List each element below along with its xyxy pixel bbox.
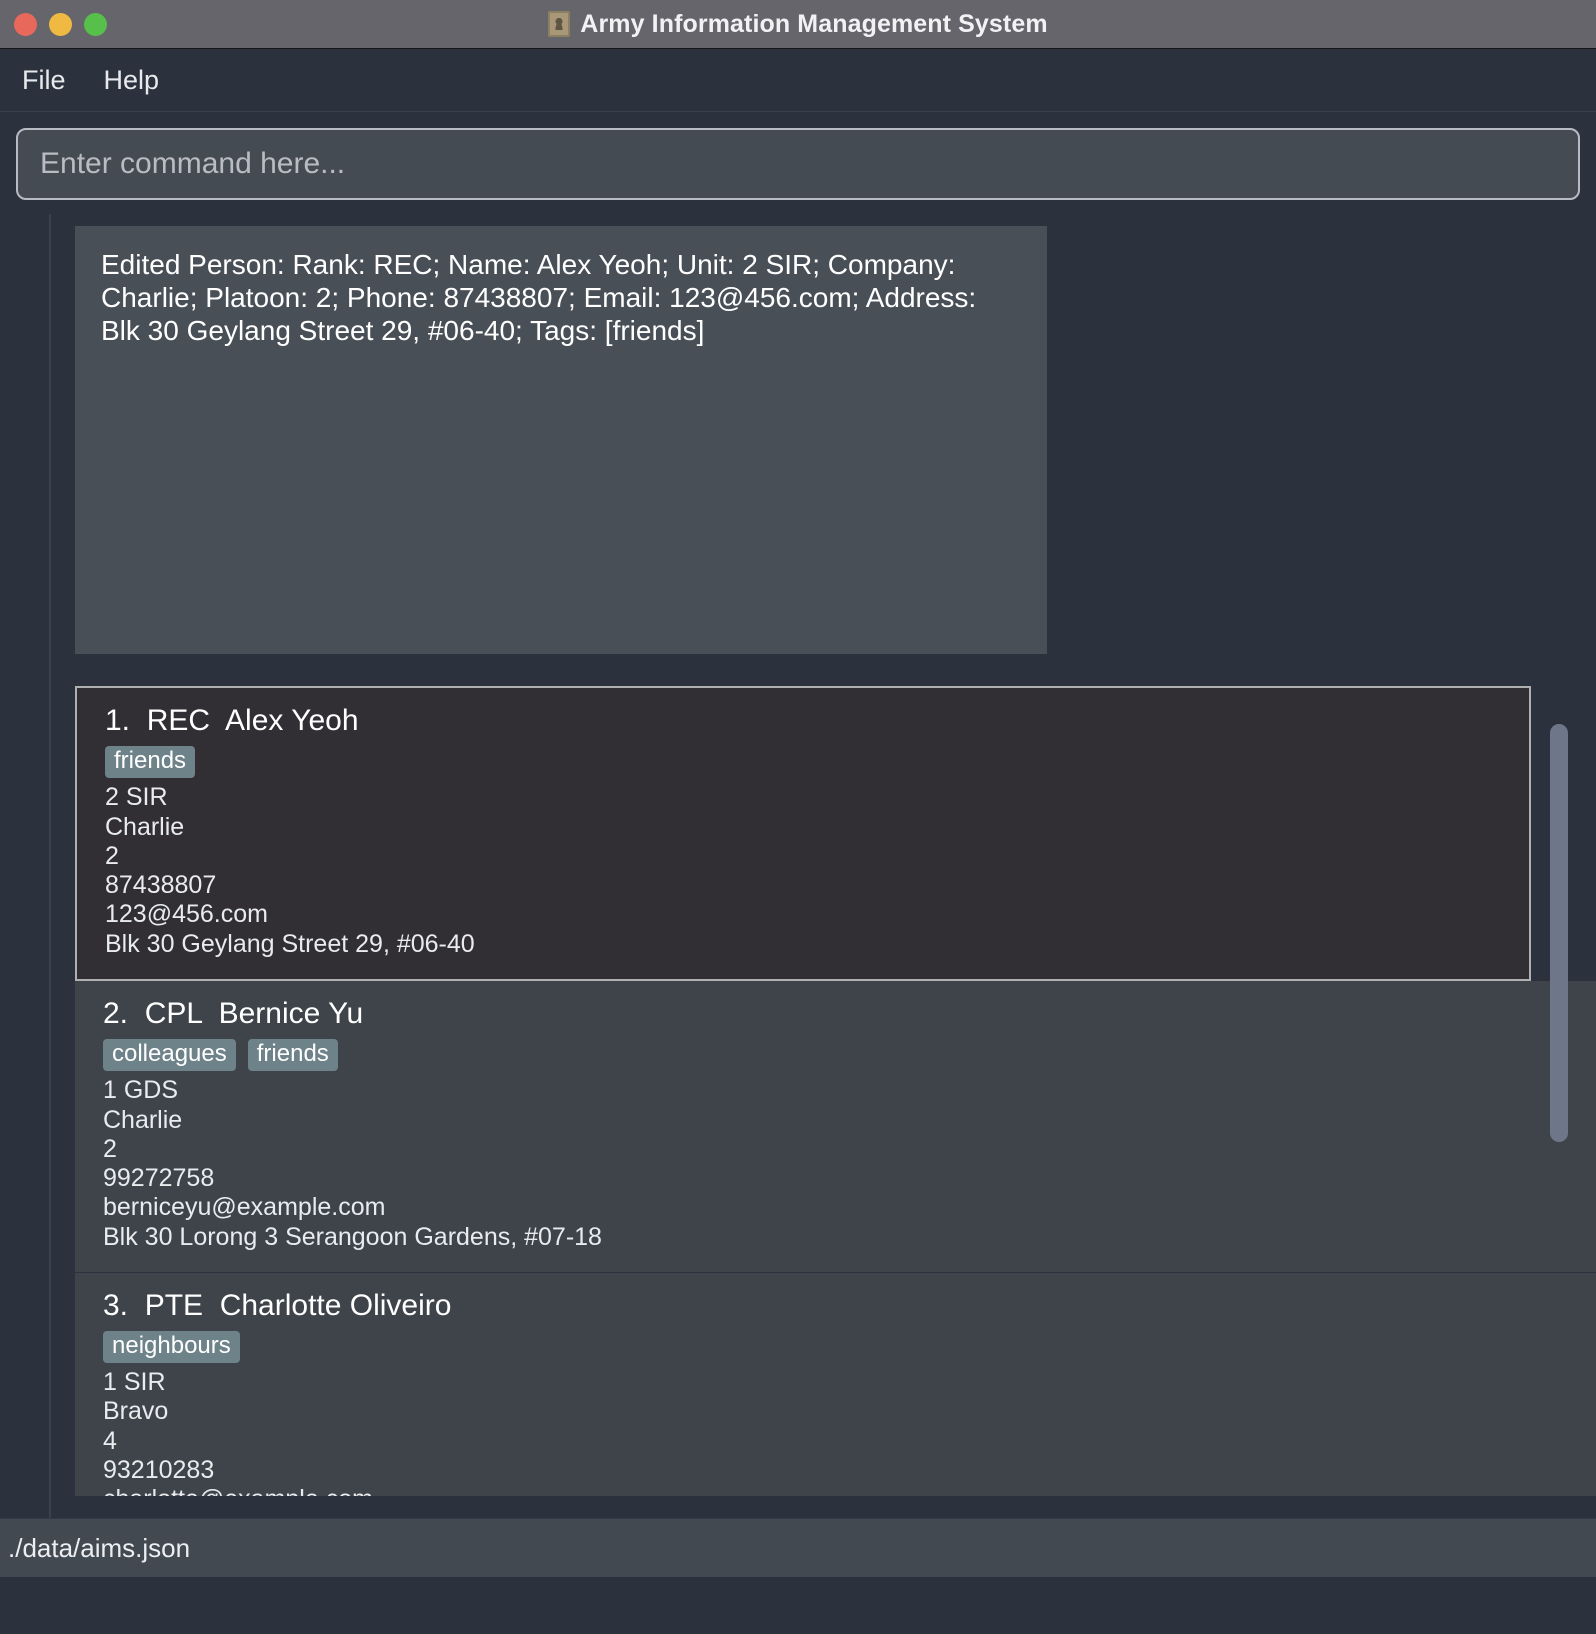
maximize-button[interactable]: [84, 12, 107, 36]
person-phone: 93210283: [103, 1455, 215, 1484]
close-button[interactable]: [14, 12, 37, 36]
window-title-bar: Army Information Management System: [0, 0, 1596, 49]
person-unit: 2 SIR: [105, 783, 168, 812]
right-panel: Edited Person: Rank: REC; Name: Alex Yeo…: [51, 214, 1596, 1518]
tag-chip: friends: [105, 746, 196, 779]
person-card[interactable]: 2. CPL Bernice Yu colleagues friends 1 G…: [75, 980, 1596, 1273]
result-display: Edited Person: Rank: REC; Name: Alex Yeo…: [75, 226, 1047, 654]
main-content: Edited Person: Rank: REC; Name: Alex Yeo…: [0, 214, 1596, 1518]
scrollbar-thumb[interactable]: [1550, 724, 1568, 1142]
menu-item-help[interactable]: Help: [104, 65, 160, 96]
person-email: charlotte@example.com: [103, 1485, 1568, 1496]
window-title-group: Army Information Management System: [0, 10, 1596, 39]
person-platoon: 2: [105, 841, 119, 870]
person-email: 123@456.com: [105, 900, 268, 929]
person-company: Charlie: [105, 812, 185, 841]
person-list-scrollbar[interactable]: [1550, 706, 1568, 1476]
person-address: Blk 30 Geylang Street 29, #06-40: [105, 929, 475, 958]
command-input[interactable]: [16, 128, 1580, 200]
window-title: Army Information Management System: [580, 9, 1048, 38]
menu-item-file[interactable]: File: [22, 65, 66, 96]
menu-bar: File Help: [0, 49, 1596, 112]
person-email: berniceyu@example.com: [103, 1193, 386, 1222]
left-panel: [0, 214, 51, 1518]
window-controls: [0, 12, 107, 36]
person-company: Charlie: [103, 1105, 183, 1134]
minimize-button[interactable]: [49, 12, 72, 36]
person-address: Blk 30 Lorong 3 Serangoon Gardens, #07-1…: [103, 1222, 602, 1251]
person-platoon: 2: [103, 1134, 117, 1163]
person-card-title: 3. PTE Charlotte Oliveiro: [103, 1288, 452, 1322]
person-card-title: 2. CPL Bernice Yu: [103, 996, 364, 1030]
address-book-icon: [548, 11, 571, 37]
person-card[interactable]: 1. REC Alex Yeoh friends 2 SIR Charlie 2…: [75, 686, 1531, 981]
person-list-panel[interactable]: 1. REC Alex Yeoh friends 2 SIR Charlie 2…: [75, 686, 1596, 1496]
person-list: 1. REC Alex Yeoh friends 2 SIR Charlie 2…: [75, 686, 1596, 1496]
tag-chip: friends: [247, 1038, 338, 1072]
status-bar-path: ./data/aims.json: [8, 1532, 191, 1563]
person-phone: 87438807: [105, 871, 217, 900]
person-card[interactable]: 3. PTE Charlotte Oliveiro neighbours 1 S…: [75, 1272, 1596, 1496]
person-card-tags: colleagues friends: [103, 1038, 1568, 1072]
person-card-title: 1. REC Alex Yeoh: [105, 704, 359, 737]
person-card-tags: neighbours: [103, 1330, 1568, 1364]
status-bar: ./data/aims.json: [0, 1518, 1596, 1577]
person-company: Bravo: [103, 1397, 169, 1426]
person-unit: 1 SIR: [103, 1368, 166, 1397]
person-card-tags: friends: [105, 746, 1501, 779]
person-unit: 1 GDS: [103, 1076, 179, 1105]
person-platoon: 4: [103, 1426, 117, 1455]
tag-chip: colleagues: [103, 1038, 236, 1072]
person-phone: 99272758: [103, 1164, 215, 1193]
tag-chip: neighbours: [103, 1330, 240, 1364]
command-box-container: [0, 112, 1596, 214]
